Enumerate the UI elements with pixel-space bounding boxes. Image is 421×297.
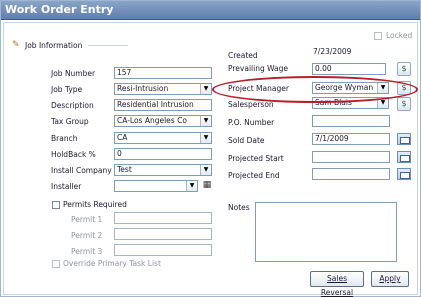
installer-label: Installer — [51, 182, 82, 191]
holdback-field[interactable]: 0 — [114, 148, 212, 160]
po-number-label: P.O. Number — [228, 118, 275, 127]
override-label: Override Primary Task List — [63, 259, 161, 268]
created-label: Created — [228, 51, 258, 60]
chevron-down-icon[interactable]: ▼ — [200, 116, 211, 126]
dollar-icon[interactable]: $ — [397, 62, 411, 76]
holdback-label: HoldBack % — [51, 150, 96, 159]
calendar-icon[interactable] — [397, 151, 411, 163]
install-company-label: Install Company — [51, 166, 112, 175]
notes-label: Notes — [228, 203, 250, 212]
section-separator — [88, 45, 128, 46]
chevron-down-icon[interactable]: ▼ — [200, 133, 211, 143]
project-manager-label: Project Manager — [228, 84, 289, 93]
projected-start-field[interactable] — [312, 151, 390, 163]
title-bar: Work Order Entry — [1, 1, 420, 20]
projected-end-label: Projected End — [228, 171, 280, 180]
chevron-down-icon[interactable]: ▼ — [200, 84, 211, 94]
permit3-label: Permit 3 — [71, 247, 103, 256]
projected-end-field[interactable] — [312, 168, 390, 180]
job-number-field[interactable]: 157 — [114, 67, 212, 79]
branch-label: Branch — [51, 134, 78, 143]
job-type-value: Resi-Intrusion — [117, 84, 169, 93]
sales-reversal-button[interactable]: Sales Reversal — [310, 271, 364, 297]
install-company-value: Test — [117, 165, 132, 174]
sold-date-label: Sold Date — [228, 136, 265, 145]
branch-value: CA — [117, 133, 128, 142]
description-field[interactable]: Residential Intrusion — [114, 99, 212, 111]
job-type-select[interactable]: Resi-Intrusion ▼ — [114, 83, 212, 95]
tax-group-label: Tax Group — [51, 117, 89, 126]
salesperson-label: Salesperson — [228, 100, 274, 109]
installer-lookup-icon[interactable]: ▦ — [201, 179, 213, 192]
job-information-panel: Locked ✎ Job Information Job Number 157 … — [3, 22, 418, 297]
install-company-select[interactable]: Test ▼ — [114, 164, 212, 176]
apply-button[interactable]: Apply — [371, 271, 409, 287]
permit2-field[interactable] — [114, 228, 212, 240]
permits-required-checkbox[interactable] — [52, 201, 60, 209]
salesperson-value: Sam Blais — [315, 98, 352, 107]
sold-date-field[interactable]: 7/1/2009 — [312, 133, 390, 145]
dollar-icon[interactable]: $ — [397, 97, 411, 111]
locked-label: Locked — [386, 31, 413, 40]
created-value: 7/23/2009 — [313, 47, 352, 56]
description-label: Description — [51, 101, 94, 110]
apply-label: Apply — [379, 274, 401, 283]
prevailing-wage-field[interactable]: 0.00 — [312, 63, 386, 75]
projected-start-label: Projected Start — [228, 154, 284, 163]
work-order-window: Work Order Entry Locked ✎ Job Informatio… — [0, 0, 421, 297]
calendar-icon[interactable] — [397, 133, 411, 145]
permit1-field[interactable] — [114, 212, 212, 224]
tax-group-select[interactable]: CA-Los Angeles Co ▼ — [114, 115, 212, 127]
branch-select[interactable]: CA ▼ — [114, 132, 212, 144]
permit2-label: Permit 2 — [71, 231, 103, 240]
salesperson-select[interactable]: Sam Blais ▼ — [312, 97, 389, 109]
sales-reversal-label: Sales Reversal — [320, 274, 354, 297]
project-manager-value: George Wyman — [315, 83, 374, 92]
wrench-icon: ✎ — [12, 40, 20, 50]
permits-required-label: Permits Required — [63, 200, 127, 209]
permit3-field[interactable] — [114, 244, 212, 256]
chevron-down-icon[interactable]: ▼ — [377, 83, 388, 93]
chevron-down-icon[interactable]: ▼ — [186, 181, 197, 191]
job-number-label: Job Number — [51, 69, 96, 78]
job-type-label: Job Type — [51, 85, 83, 94]
permit1-label: Permit 1 — [71, 215, 103, 224]
locked-checkbox[interactable] — [374, 32, 382, 40]
project-manager-select[interactable]: George Wyman ▼ — [312, 82, 389, 94]
calendar-icon[interactable] — [397, 168, 411, 180]
chevron-down-icon[interactable]: ▼ — [377, 98, 388, 108]
po-number-field[interactable] — [312, 115, 390, 127]
chevron-down-icon[interactable]: ▼ — [200, 165, 211, 175]
prevailing-wage-label: Prevailing Wage — [228, 64, 289, 73]
override-checkbox[interactable] — [52, 260, 60, 268]
tax-group-value: CA-Los Angeles Co — [117, 116, 187, 125]
dollar-icon[interactable]: $ — [397, 81, 411, 95]
installer-select[interactable]: ▼ — [114, 180, 198, 192]
section-label: Job Information — [25, 41, 83, 50]
notes-textarea[interactable] — [255, 202, 397, 262]
window-title: Work Order Entry — [5, 3, 114, 16]
